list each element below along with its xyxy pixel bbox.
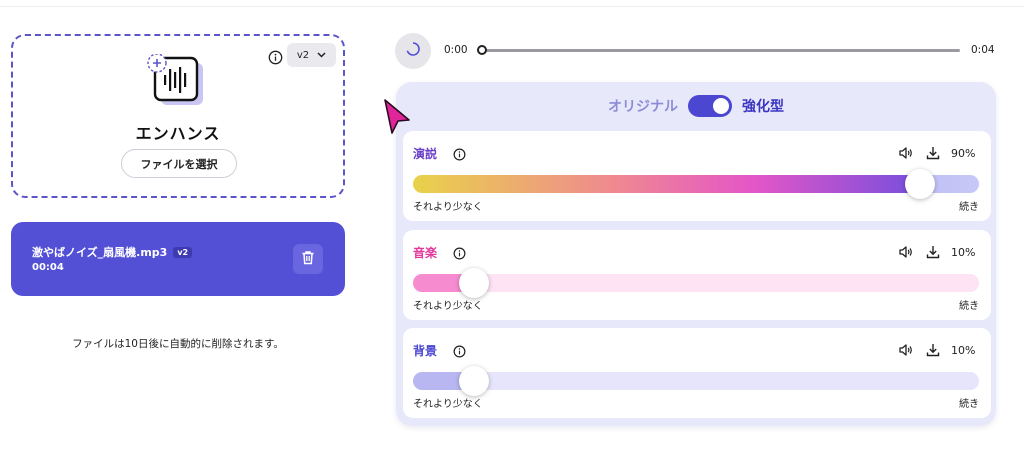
seek-bar[interactable] [477,45,960,55]
speaker-icon[interactable] [898,145,914,161]
upload-dropzone[interactable]: v2 エンハンス ファイルを選択 [11,34,345,198]
more-label: 続き [959,399,979,410]
enhance-mode-toggle[interactable] [688,95,732,117]
auto-delete-notice: ファイルは10日後に自動的に削除されます。 [72,338,284,350]
current-time: 0:00 [444,44,468,56]
info-icon[interactable] [452,246,466,260]
speaker-icon[interactable] [898,244,914,260]
track-card: 演説 90% それより少なく 続き [403,131,991,221]
download-icon[interactable] [925,244,941,260]
level-percent: 10% [951,246,976,259]
more-label: 続き [959,301,979,312]
version-select[interactable]: v2 [287,43,336,67]
info-icon[interactable] [266,48,284,66]
enhance-title: エンハンス [135,124,221,143]
track-name: 音楽 [413,246,438,260]
info-icon[interactable] [452,344,466,358]
file-name-row: 激やばノイズ_扇風機.mp3 v2 [32,244,193,260]
file-name: 激やばノイズ_扇風機.mp3 [32,246,168,259]
less-label: それより少なく [413,301,483,312]
less-label: それより少なく [413,399,483,410]
version-select-value: v2 [296,49,310,61]
level-slider[interactable] [413,366,979,396]
total-time: 0:04 [971,44,995,56]
track-name: 演説 [413,147,438,161]
select-file-button[interactable]: ファイルを選択 [121,149,237,178]
mode-enhanced-label[interactable]: 強化型 [742,96,784,116]
loading-spinner-icon [405,41,421,61]
download-icon[interactable] [925,145,941,161]
file-duration: 00:04 [32,262,64,273]
seek-handle[interactable] [477,45,487,55]
delete-file-button[interactable] [293,244,323,274]
audio-waveform-icon [144,53,210,110]
play-button[interactable] [395,33,431,69]
more-label: 続き [959,202,979,213]
trash-icon [301,250,315,269]
level-slider[interactable] [413,268,979,298]
level-percent: 10% [951,344,976,357]
info-icon[interactable] [452,147,466,161]
track-card: 音楽 10% それより少なく 続き [403,230,991,320]
speaker-icon[interactable] [898,342,914,358]
mode-switch-row: オリジナル 強化型 [396,95,996,117]
top-divider [0,6,1024,7]
slider-handle[interactable] [458,268,489,298]
mode-original-label[interactable]: オリジナル [608,96,678,116]
level-slider[interactable] [413,169,979,199]
chevron-down-icon [317,50,326,61]
level-percent: 90% [951,147,976,160]
slider-handle[interactable] [458,366,489,396]
slider-handle[interactable] [905,169,936,199]
toggle-knob [713,98,729,114]
track-card: 背景 10% それより少なく 続き [403,328,991,418]
download-icon[interactable] [925,342,941,358]
uploaded-file-card[interactable]: 激やばノイズ_扇風機.mp3 v2 00:04 [11,222,345,296]
stem-mixer-panel: オリジナル 強化型 演説 90% それより少なく 続き 音楽 10% それより少… [396,82,996,426]
track-name: 背景 [413,344,438,358]
version-badge: v2 [173,246,193,258]
less-label: それより少なく [413,202,483,213]
mouse-cursor-icon [383,98,413,136]
